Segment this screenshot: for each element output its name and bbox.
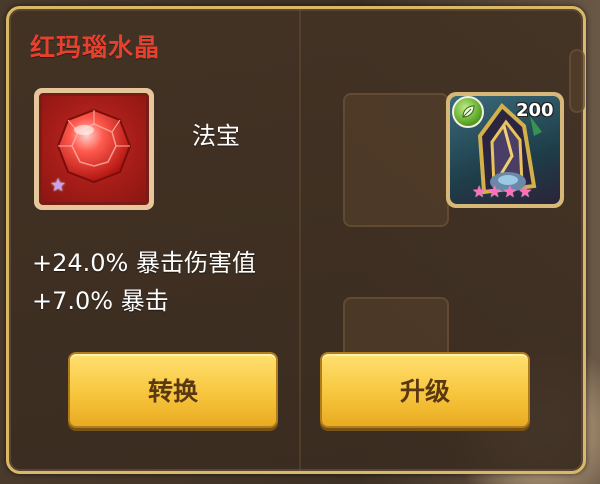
item-icon-slot[interactable]: ★ — [34, 88, 154, 210]
stat-list: +24.0% 暴击伤害值 +7.0% 暴击 — [32, 244, 256, 320]
item-category: 法宝 — [192, 122, 240, 150]
upgrade-button[interactable]: 升级 — [320, 352, 530, 428]
pink-star-icon: ★ — [472, 182, 487, 201]
stat-line: +24.0% 暴击伤害值 — [32, 249, 256, 277]
hero-star-rating: ★ ★ ★ ★ — [472, 184, 532, 200]
background-slot — [569, 49, 585, 113]
leaf-element-icon — [452, 96, 484, 128]
pink-star-icon: ★ — [487, 182, 502, 201]
convert-button[interactable]: 转换 — [68, 352, 278, 428]
red-gem-icon — [56, 108, 132, 184]
pink-star-icon: ★ — [502, 182, 518, 201]
hero-level: 200 — [516, 100, 554, 121]
stat-line: +7.0% 暴击 — [32, 287, 169, 315]
item-title: 红玛瑙水晶 — [30, 33, 161, 62]
background-divider — [299, 9, 301, 471]
rarity-star-icon: ★ — [50, 175, 67, 196]
background-slot — [343, 93, 449, 227]
pink-star-icon: ★ — [518, 182, 533, 201]
